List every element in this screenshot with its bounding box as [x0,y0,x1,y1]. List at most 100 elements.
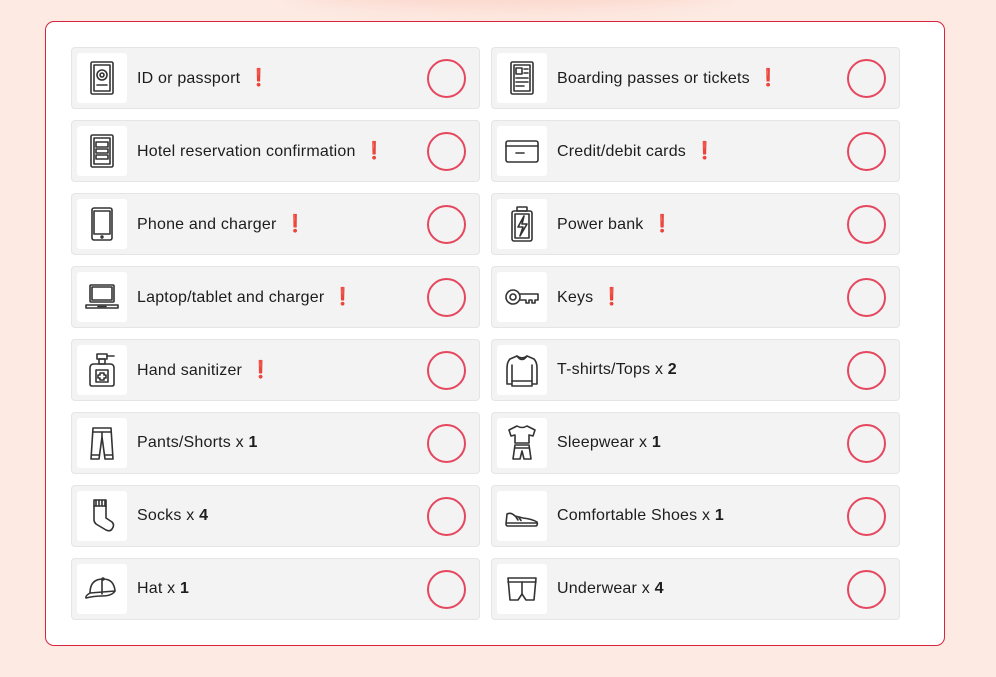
item-name: Laptop/tablet and charger [137,289,325,306]
item-checkbox[interactable] [427,351,466,390]
important-icon: ❗ [651,214,673,233]
item-label: ID or passport ❗ [137,68,270,88]
item-checkbox[interactable] [847,278,886,317]
phone-icon [77,199,127,249]
item-checkbox[interactable] [427,278,466,317]
important-icon: ❗ [363,141,385,160]
item-qty-prefix: x [181,507,200,524]
item-checkbox[interactable] [427,424,466,463]
checklist-item[interactable]: Comfortable Shoes x 1 [491,485,900,547]
item-checkbox[interactable] [847,351,886,390]
item-checkbox[interactable] [847,59,886,98]
important-icon: ❗ [757,68,780,87]
checklist-item[interactable]: Hotel reservation confirmation ❗ [71,120,480,182]
item-label: Comfortable Shoes x 1 [557,507,724,525]
checklist-item[interactable]: Phone and charger ❗ [71,193,480,255]
sanitizer-icon [77,345,127,395]
item-label: T-shirts/Tops x 2 [557,361,677,379]
checklist-item[interactable]: Underwear x 4 [491,558,900,620]
item-name: Socks [137,507,182,524]
checklist-item[interactable]: Socks x 4 [71,485,480,547]
item-label: Socks x 4 [137,507,208,525]
item-label: Underwear x 4 [557,580,664,598]
document-icon [77,126,127,176]
item-label: Keys ❗ [557,287,623,307]
packing-checklist-card: ID or passport ❗ Boarding passes or ticke… [45,21,945,646]
checklist-item[interactable]: Credit/debit cards ❗ [491,120,900,182]
item-quantity: 2 [667,361,677,378]
item-checkbox[interactable] [847,205,886,244]
item-name: Hand sanitizer [137,362,243,379]
checklist-item[interactable]: ID or passport ❗ [71,47,480,109]
header-glow [290,0,730,6]
item-label: Boarding passes or tickets ❗ [557,68,779,88]
ticket-icon [497,53,547,103]
laptop-icon [77,272,127,322]
power-bank-icon [497,199,547,249]
important-icon: ❗ [332,287,354,306]
checklist-item[interactable]: T-shirts/Tops x 2 [491,339,900,401]
item-qty-prefix: x [231,434,249,451]
checklist-item[interactable]: Pants/Shorts x 1 [71,412,480,474]
shoe-icon [497,491,547,541]
item-name: Keys [557,289,594,306]
item-label: Power bank ❗ [557,214,673,234]
important-icon: ❗ [248,68,270,87]
passport-icon [77,53,127,103]
item-quantity: 1 [714,507,724,524]
item-quantity: 4 [654,580,664,597]
pants-icon [77,418,127,468]
checklist-item[interactable]: Boarding passes or tickets ❗ [491,47,900,109]
credit-card-icon [497,126,547,176]
item-qty-prefix: x [162,580,180,597]
underwear-icon [497,564,547,614]
key-icon [497,272,547,322]
item-label: Hand sanitizer ❗ [137,360,271,380]
item-label: Hat x 1 [137,580,189,598]
sock-icon [77,491,127,541]
checklist-item[interactable]: Hat x 1 [71,558,480,620]
item-checkbox[interactable] [427,570,466,609]
item-checkbox[interactable] [847,497,886,536]
item-label: Credit/debit cards ❗ [557,141,715,161]
item-label: Sleepwear x 1 [557,434,661,452]
item-checkbox[interactable] [427,205,466,244]
cap-icon [77,564,127,614]
important-icon: ❗ [694,141,716,160]
item-label: Pants/Shorts x 1 [137,434,258,452]
item-label: Hotel reservation confirmation ❗ [137,141,385,161]
checklist-item[interactable]: Sleepwear x 1 [491,412,900,474]
item-checkbox[interactable] [847,132,886,171]
item-checkbox[interactable] [427,132,466,171]
item-name: Sleepwear [557,434,635,451]
important-icon: ❗ [601,287,623,306]
item-checkbox[interactable] [427,497,466,536]
item-name: Comfortable Shoes [557,507,698,524]
sleepwear-icon [497,418,547,468]
important-icon: ❗ [250,360,272,379]
item-name: Pants/Shorts [137,434,232,451]
item-name: T-shirts/Tops [557,361,651,378]
checklist-item[interactable]: Power bank ❗ [491,193,900,255]
item-name: Hotel reservation confirmation [137,143,356,160]
item-name: Power bank [557,216,644,233]
item-qty-prefix: x [634,434,652,451]
item-quantity: 1 [248,434,258,451]
item-name: Boarding passes or tickets [557,70,750,87]
item-checkbox[interactable] [847,570,886,609]
item-qty-prefix: x [650,361,668,378]
item-checkbox[interactable] [427,59,466,98]
checklist-item[interactable]: Laptop/tablet and charger ❗ [71,266,480,328]
item-label: Laptop/tablet and charger ❗ [137,287,354,307]
checklist-grid: ID or passport ❗ Boarding passes or ticke… [71,47,900,620]
item-name: Phone and charger [137,216,277,233]
item-checkbox[interactable] [847,424,886,463]
item-name: Hat [137,580,163,597]
checklist-item[interactable]: Keys ❗ [491,266,900,328]
checklist-item[interactable]: Hand sanitizer ❗ [71,339,480,401]
item-name: ID or passport [137,70,241,87]
item-label: Phone and charger ❗ [137,214,306,234]
item-qty-prefix: x [697,507,715,524]
sweater-icon [497,345,547,395]
item-name: Credit/debit cards [557,143,686,160]
